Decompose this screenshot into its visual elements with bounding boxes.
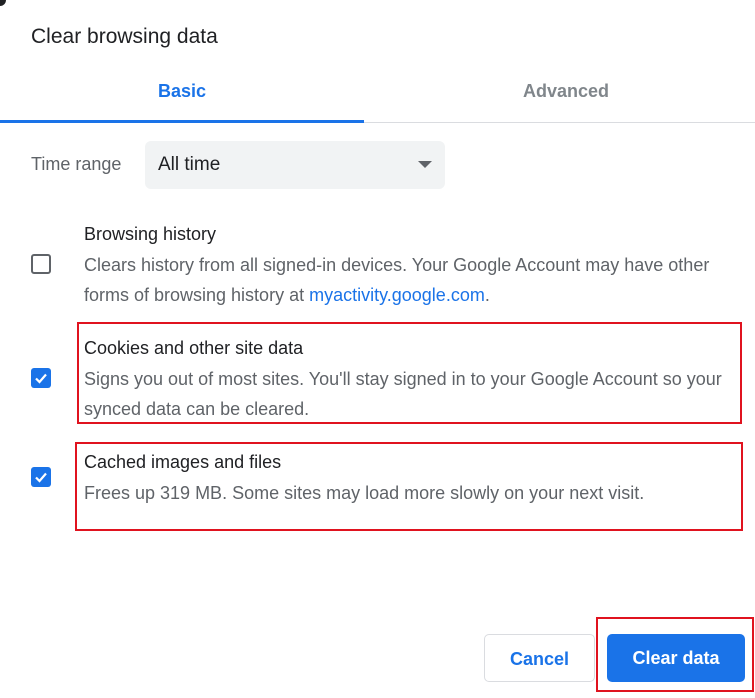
cookies-title: Cookies and other site data [84,338,304,358]
window-corner [0,0,6,6]
cancel-button[interactable]: Cancel [484,634,595,682]
browsing-history-description: Clears history from all signed-in device… [84,250,744,310]
cache-title: Cached images and files [84,452,282,472]
myactivity-link[interactable]: myactivity.google.com [309,285,485,305]
cookies-checkbox[interactable] [31,368,51,388]
time-range-value: All time [158,154,221,175]
cache-checkbox[interactable] [31,467,51,487]
desc-suffix: . [484,285,490,305]
dropdown-caret-icon [418,161,432,168]
clear-data-button[interactable]: Clear data [607,634,745,682]
checkmark-icon [35,373,47,384]
cookies-description: Signs you out of most sites. You'll stay… [84,369,722,419]
time-range-label: Time range [31,154,122,174]
cache-description: Frees up 319 MB. Some sites may load mor… [84,483,645,503]
tab-bar: Basic Advanced [0,68,755,123]
browsing-history-checkbox[interactable] [31,254,51,274]
tab-basic[interactable]: Basic [0,68,364,123]
time-range-select[interactable]: All time [145,141,445,189]
dialog-title: Clear browsing data [31,25,218,48]
tab-advanced[interactable]: Advanced [376,68,755,120]
checkmark-icon [35,472,47,483]
browsing-history-title: Browsing history [84,224,217,244]
